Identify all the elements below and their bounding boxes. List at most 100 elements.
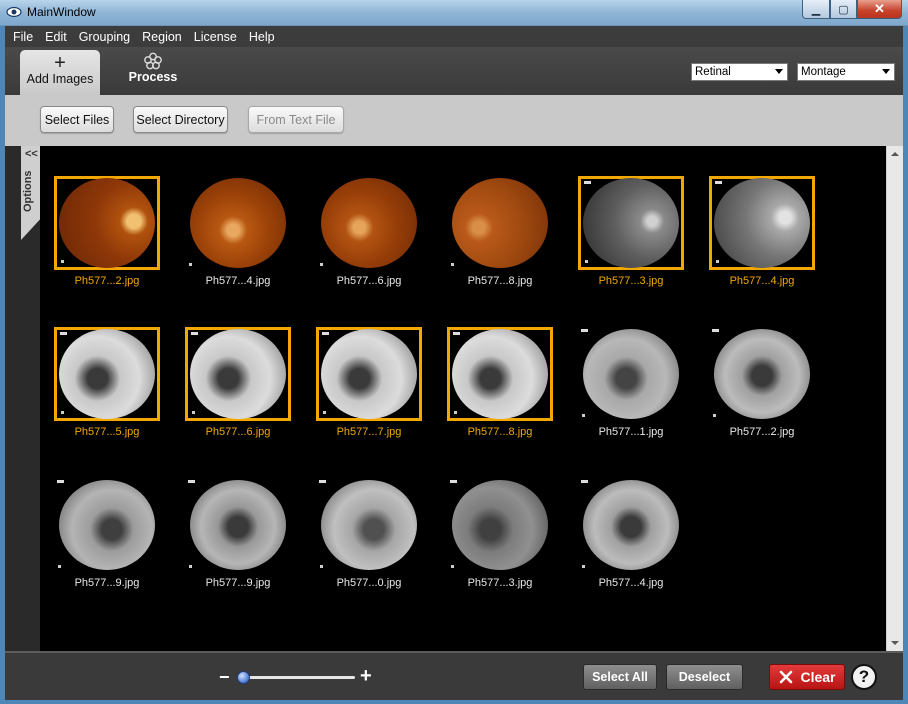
- image-thumbnail[interactable]: [316, 176, 422, 270]
- image-corner-marker: [582, 565, 585, 568]
- layout-select-value: Montage: [801, 66, 846, 78]
- options-panel-toggle[interactable]: << Options: [21, 146, 40, 240]
- fundus-image: [452, 329, 548, 419]
- image-label-marker: [191, 332, 198, 335]
- scroll-down-icon[interactable]: [891, 641, 899, 645]
- fundus-image: [583, 178, 679, 268]
- menu-edit[interactable]: Edit: [45, 30, 67, 44]
- vertical-scrollbar[interactable]: [886, 146, 903, 651]
- tab-add-images-label: Add Images: [26, 72, 94, 86]
- image-thumbnail[interactable]: [447, 327, 553, 421]
- image-corner-marker: [58, 565, 61, 568]
- image-corner-marker: [713, 414, 716, 417]
- fundus-image: [452, 480, 548, 570]
- image-label-marker: [60, 332, 67, 335]
- menu-help[interactable]: Help: [249, 30, 275, 44]
- image-thumbnail[interactable]: [316, 478, 422, 572]
- dropdown-arrow-icon: [882, 69, 890, 74]
- image-thumbnail[interactable]: [185, 478, 291, 572]
- zoom-slider-handle[interactable]: [236, 671, 250, 684]
- select-all-button[interactable]: Select All: [583, 664, 657, 690]
- deselect-button[interactable]: Deselect: [666, 664, 743, 690]
- zoom-out-icon[interactable]: −: [219, 667, 230, 688]
- image-thumbnail[interactable]: [54, 327, 160, 421]
- help-icon: ?: [858, 667, 870, 686]
- image-label-marker: [581, 329, 588, 332]
- fundus-image: [321, 329, 417, 419]
- thumbnail-filename: Ph577...4.jpg: [729, 275, 795, 287]
- mode-select[interactable]: Retinal: [691, 63, 788, 81]
- thumbnail-filename: Ph577...1.jpg: [598, 426, 664, 438]
- minimize-button[interactable]: ▁: [802, 0, 830, 19]
- fundus-image: [714, 178, 810, 268]
- clear-button[interactable]: Clear: [769, 664, 845, 690]
- image-label-marker: [584, 181, 591, 184]
- zoom-in-icon[interactable]: +: [360, 665, 372, 688]
- main-window: File Edit Grouping Region License Help +…: [5, 26, 903, 700]
- image-label-marker: [712, 329, 719, 332]
- bottom-bar: − + Select All Deselect Clear ?: [5, 651, 903, 700]
- image-corner-marker: [451, 263, 454, 266]
- plus-icon: +: [54, 52, 66, 74]
- fundus-image: [583, 329, 679, 419]
- image-thumbnail[interactable]: [709, 176, 815, 270]
- tab-process[interactable]: Process: [120, 52, 186, 94]
- image-thumbnail[interactable]: [447, 176, 553, 270]
- window-title: MainWindow: [27, 5, 96, 19]
- options-gutter: [5, 146, 21, 651]
- maximize-icon: ▢: [838, 3, 849, 16]
- dropdown-arrow-icon: [775, 69, 783, 74]
- thumbnail-filename: Ph577...3.jpg: [598, 275, 664, 287]
- fundus-image: [59, 329, 155, 419]
- from-text-file-button[interactable]: From Text File: [248, 106, 344, 133]
- maximize-button[interactable]: ▢: [830, 0, 857, 19]
- select-directory-button[interactable]: Select Directory: [133, 106, 228, 133]
- image-label-marker: [188, 480, 195, 483]
- image-corner-marker: [320, 565, 323, 568]
- fundus-image: [59, 178, 155, 268]
- layout-select[interactable]: Montage: [797, 63, 895, 81]
- image-thumbnail[interactable]: [54, 176, 160, 270]
- menu-grouping[interactable]: Grouping: [79, 30, 130, 44]
- image-corner-marker: [451, 565, 454, 568]
- thumbnail-filename: Ph577...6.jpg: [336, 275, 402, 287]
- image-thumbnail[interactable]: [447, 478, 553, 572]
- options-label: Options: [22, 170, 34, 212]
- menu-region[interactable]: Region: [142, 30, 182, 44]
- select-files-button[interactable]: Select Files: [40, 106, 114, 133]
- scroll-up-icon[interactable]: [891, 152, 899, 156]
- menu-license[interactable]: License: [194, 30, 237, 44]
- source-button-row: Select Files Select Directory From Text …: [5, 95, 903, 146]
- zoom-slider-track[interactable]: [237, 676, 355, 679]
- image-thumbnail[interactable]: [185, 327, 291, 421]
- thumbnail-filename: Ph577...5.jpg: [74, 426, 140, 438]
- menu-file[interactable]: File: [13, 30, 33, 44]
- fundus-image: [321, 480, 417, 570]
- image-thumbnail[interactable]: [709, 327, 815, 421]
- thumbnail-filename: Ph577...4.jpg: [598, 577, 664, 589]
- thumbnail-filename: Ph577...2.jpg: [729, 426, 795, 438]
- image-thumbnail[interactable]: [185, 176, 291, 270]
- image-label-marker: [57, 480, 64, 483]
- image-label-marker: [581, 480, 588, 483]
- minimize-icon: ▁: [811, 3, 821, 16]
- image-label-marker: [715, 181, 722, 184]
- image-thumbnail[interactable]: [316, 327, 422, 421]
- image-corner-marker: [582, 414, 585, 417]
- menu-bar: File Edit Grouping Region License Help: [5, 26, 903, 47]
- help-button[interactable]: ?: [851, 664, 877, 690]
- tab-bar: + Add Images Process Retinal Montage: [5, 47, 903, 95]
- tab-add-images[interactable]: + Add Images: [20, 50, 100, 95]
- image-corner-marker: [323, 411, 326, 414]
- image-thumbnail[interactable]: [578, 478, 684, 572]
- thumbnail-grid: Ph577...2.jpg Ph577...4.jpg Ph577...6.jpg P…: [40, 146, 886, 651]
- thumbnail-filename: Ph577...0.jpg: [336, 577, 402, 589]
- image-thumbnail[interactable]: [578, 327, 684, 421]
- close-button[interactable]: ✕: [857, 0, 902, 19]
- image-corner-marker: [61, 260, 64, 263]
- image-thumbnail[interactable]: [578, 176, 684, 270]
- image-thumbnail[interactable]: [54, 478, 160, 572]
- app-eye-icon: [6, 6, 22, 18]
- thumbnail-filename: Ph577...6.jpg: [205, 426, 271, 438]
- image-label-marker: [322, 332, 329, 335]
